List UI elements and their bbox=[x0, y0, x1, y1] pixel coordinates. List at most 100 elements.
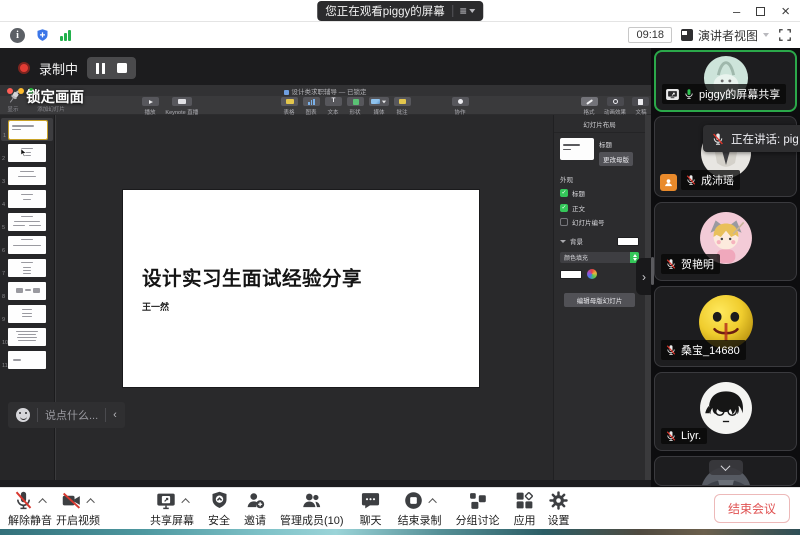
keynote-inspector-tabs: 格式 动画效果 文稿 bbox=[581, 97, 649, 116]
pause-recording-button[interactable] bbox=[96, 63, 105, 74]
apps-icon bbox=[514, 490, 535, 511]
emoji-icon[interactable] bbox=[16, 408, 30, 422]
pin-overlay[interactable]: 锁定画面 bbox=[6, 86, 84, 107]
format-inspector: 幻灯片布局 标题 更改母版 外观 ✓标题 ✓正文 幻灯片编号 bbox=[553, 115, 645, 480]
inspector-header: 幻灯片布局 bbox=[554, 115, 645, 133]
keynote-media-button[interactable]: 媒体 bbox=[369, 97, 389, 116]
keynote-window-title: 设计类求职辅导 — 已锁定 bbox=[0, 86, 651, 96]
participant-tile-liyr[interactable]: Liyr. bbox=[654, 372, 797, 451]
fullscreen-icon[interactable] bbox=[778, 28, 792, 42]
slide-thumb-6[interactable]: 6 bbox=[0, 233, 54, 256]
slide-thumb-5[interactable]: 5 bbox=[0, 210, 54, 233]
end-meeting-button[interactable]: 结束会议 bbox=[714, 494, 790, 523]
manage-members-button[interactable]: 管理成员(10) bbox=[280, 490, 344, 528]
meeting-info-icon[interactable]: i bbox=[10, 28, 25, 43]
keynote-comment-button[interactable]: 批注 bbox=[394, 97, 411, 116]
keynote-text-button[interactable]: T文本 bbox=[325, 97, 342, 116]
window-controls: – × bbox=[733, 0, 790, 22]
host-badge-icon bbox=[660, 174, 677, 191]
mic-muted-icon bbox=[665, 344, 677, 356]
slide-thumb-10[interactable]: 10 bbox=[0, 325, 54, 348]
stop-record-button[interactable]: 结束录制 bbox=[398, 490, 442, 528]
background-row[interactable]: 背景 bbox=[560, 236, 639, 246]
chevron-up-icon[interactable] bbox=[428, 498, 436, 506]
participant-name-bar: piggy的屏幕共享 bbox=[662, 84, 786, 104]
breakout-rooms-button[interactable]: 分组讨论 bbox=[456, 490, 500, 528]
slide-thumb-11[interactable]: 11 bbox=[0, 348, 54, 371]
chat-button[interactable]: 聊天 bbox=[360, 490, 382, 528]
slide-thumb-2[interactable]: 2 bbox=[0, 141, 54, 164]
cursor-icon bbox=[20, 148, 27, 157]
meeting-topbar: i 09:18 演讲者视图 bbox=[0, 22, 800, 48]
fill-color-swatch[interactable] bbox=[560, 270, 582, 279]
slide-thumb-1[interactable]: 1 bbox=[1, 118, 53, 141]
participant-tile-partial[interactable] bbox=[654, 456, 797, 486]
security-button[interactable]: 安全 bbox=[208, 490, 230, 528]
mic-muted-icon bbox=[13, 490, 34, 511]
keynote-table-button[interactable]: 表格 bbox=[281, 97, 298, 116]
pin-label: 锁定画面 bbox=[26, 86, 84, 107]
slide-thumb-3[interactable]: 3 bbox=[0, 164, 54, 187]
pushpin-icon bbox=[6, 89, 22, 105]
apps-button[interactable]: 应用 bbox=[514, 490, 536, 528]
chat-input-placeholder[interactable]: 说点什么... bbox=[45, 407, 98, 423]
sidebar-scrollbar[interactable] bbox=[651, 257, 654, 285]
participant-tile-piggy[interactable]: piggy的屏幕共享 bbox=[654, 50, 797, 112]
share-screen-button[interactable]: 共享屏幕 bbox=[150, 490, 194, 528]
participant-name: 贺艳明 bbox=[681, 256, 714, 272]
mic-muted-icon bbox=[665, 258, 677, 270]
keynote-format-tab[interactable]: 格式 bbox=[581, 97, 598, 116]
chevron-up-icon[interactable] bbox=[86, 498, 94, 506]
keynote-document-tab[interactable]: 文稿 bbox=[632, 97, 649, 116]
keynote-collaborate-button[interactable]: 协作 bbox=[452, 97, 469, 116]
slide-canvas: 设计实习生面试经验分享 王一然 bbox=[56, 115, 553, 480]
participant-name: piggy的屏幕共享 bbox=[699, 86, 780, 102]
slide-thumb-7[interactable]: 7 bbox=[0, 256, 54, 279]
recording-controls bbox=[87, 57, 136, 79]
background-color-swatch[interactable] bbox=[617, 237, 639, 246]
color-wheel-icon[interactable] bbox=[587, 269, 597, 279]
checkbox-checked-icon: ✓ bbox=[560, 189, 568, 197]
minimize-button[interactable]: – bbox=[733, 5, 740, 18]
keynote-shape-button[interactable]: 形状 bbox=[347, 97, 364, 116]
members-icon bbox=[301, 490, 322, 511]
keynote-live-button[interactable]: Keynote 直播 bbox=[164, 97, 200, 116]
title-checkbox-row[interactable]: ✓标题 bbox=[560, 188, 639, 198]
current-slide[interactable]: 设计实习生面试经验分享 王一然 bbox=[123, 190, 479, 387]
collapse-panel-tab[interactable]: › bbox=[636, 258, 651, 295]
start-video-button[interactable]: 开启视频 bbox=[56, 490, 100, 528]
collapse-tiles-button[interactable] bbox=[709, 460, 743, 475]
active-speaker-text: 正在讲话: pig bbox=[731, 131, 799, 147]
chevron-up-icon[interactable] bbox=[38, 498, 46, 506]
body-checkbox-row[interactable]: ✓正文 bbox=[560, 203, 639, 213]
view-mode-button[interactable]: 演讲者视图 bbox=[681, 27, 769, 44]
banner-options-icon[interactable]: ≡ bbox=[460, 4, 475, 18]
maximize-button[interactable] bbox=[756, 7, 765, 16]
slide-thumb-9[interactable]: 9 bbox=[0, 302, 54, 325]
fill-mode-select[interactable]: 颜色填充 bbox=[560, 252, 639, 263]
edit-master-button[interactable]: 编辑母版幻灯片 bbox=[564, 293, 635, 307]
quick-chat-bar[interactable]: 说点什么... ‹ bbox=[8, 402, 125, 428]
banner-divider bbox=[452, 5, 453, 17]
slide-number-checkbox-row[interactable]: 幻灯片编号 bbox=[560, 217, 639, 227]
participant-tile-sangbao[interactable]: 桑宝_14680 bbox=[654, 286, 797, 367]
change-master-button[interactable]: 更改母版 bbox=[599, 152, 633, 166]
checkbox-unchecked-icon bbox=[560, 218, 568, 226]
slide-thumb-8[interactable]: 8 bbox=[0, 279, 54, 302]
keynote-play-button[interactable]: 播放 bbox=[142, 97, 159, 116]
chat-collapse-arrow[interactable]: ‹ bbox=[113, 409, 117, 421]
keynote-animate-tab[interactable]: 动画效果 bbox=[603, 97, 627, 116]
checkbox-checked-icon: ✓ bbox=[560, 204, 568, 212]
invite-button[interactable]: 邀请 bbox=[244, 490, 266, 528]
viewing-banner[interactable]: 您正在观看piggy的屏幕 ≡ bbox=[317, 1, 483, 21]
master-name: 标题 bbox=[599, 139, 633, 149]
close-button[interactable]: × bbox=[781, 4, 790, 19]
keynote-chart-button[interactable]: 图表 bbox=[303, 97, 320, 116]
settings-button[interactable]: 设置 bbox=[548, 490, 570, 528]
chevron-up-icon[interactable] bbox=[181, 498, 189, 506]
unmute-button[interactable]: 解除静音 bbox=[8, 490, 52, 528]
slide-thumb-4[interactable]: 4 bbox=[0, 187, 54, 210]
stop-recording-button[interactable] bbox=[117, 63, 127, 73]
participant-tile-heyanming[interactable]: 贺艳明 bbox=[654, 202, 797, 281]
encryption-shield-icon[interactable] bbox=[35, 28, 50, 43]
